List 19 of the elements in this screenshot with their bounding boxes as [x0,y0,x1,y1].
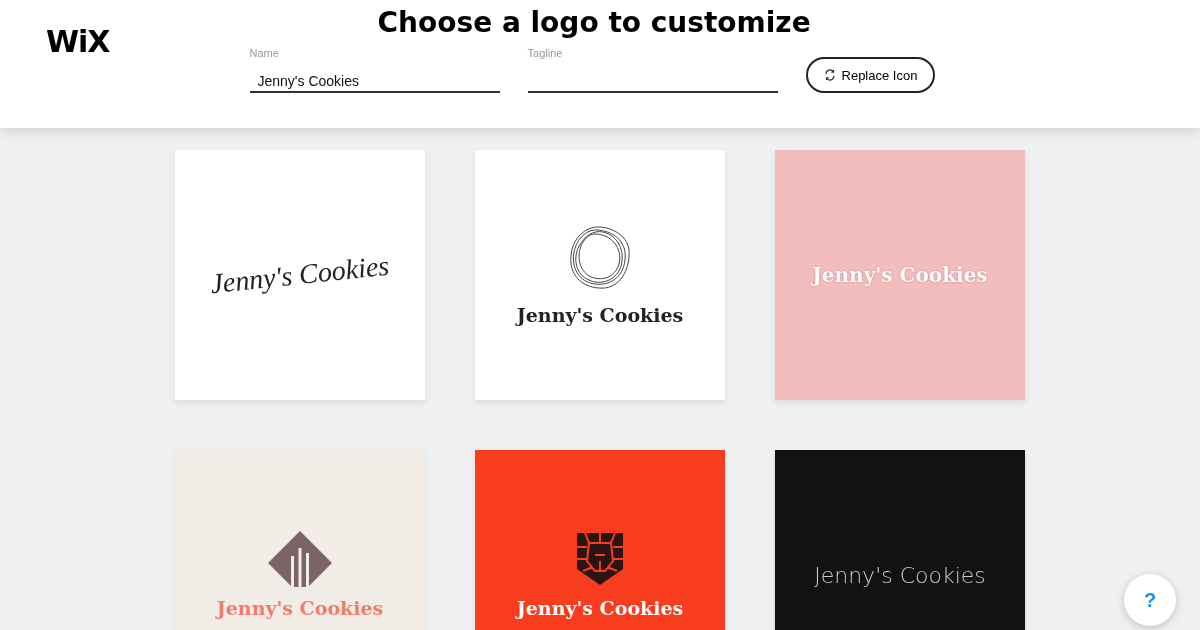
logo-card[interactable]: Jenny's Cookies [475,150,725,400]
logo-card[interactable]: Jenny's Cookies [175,150,425,400]
brand-logo[interactable]: WiX [46,24,110,60]
logo-name: Jenny's Cookies [516,304,684,326]
swap-icon [823,69,836,81]
logo-name: Jenny's Cookies [814,562,986,588]
logo-name: Jenny's Cookies [812,263,988,287]
text-field[interactable]: Jenny's Cookies [249,71,500,93]
logo-name: Jenny's Cookies [209,249,391,301]
field-label: Tagline [527,47,564,59]
diamond-icon [268,531,332,587]
lion-shield-icon [575,531,625,587]
field-label: Name [249,47,280,59]
page-title: Choose a logo to customize [377,6,812,39]
logo-name: Jenny's Cookies [516,597,684,619]
replace-icon-button[interactable]: Replace Icon [805,57,936,93]
logo-card[interactable]: Jenny's Cookies [475,450,725,630]
logo-name: Jenny's Cookies [216,597,384,619]
logo-card[interactable]: Jenny's Cookies [775,450,1025,630]
